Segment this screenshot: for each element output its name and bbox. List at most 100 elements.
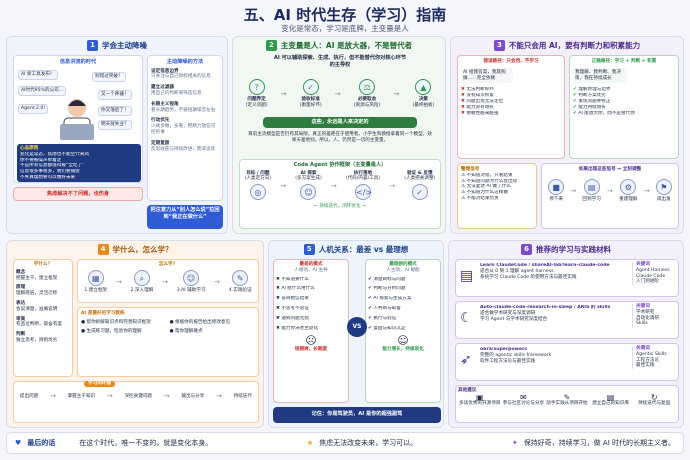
arrow-right-icon: → <box>393 90 400 98</box>
method-item: 长期主义视角 看长期趋势，不被短期噪音左右 <box>151 101 216 113</box>
resource-desc: 学习 Agent 与学术研究深度结合 <box>480 316 548 322</box>
how-step: ⌕ 2.深入理解 <box>131 269 153 294</box>
flow-step: ▲ 决策 (最终拍板) <box>412 79 434 109</box>
notification-bubble: 别错过突破！ <box>92 72 126 82</box>
sad-face-icon: ☹ <box>305 334 317 348</box>
page-subtitle: 变化是常态，学习是底牌，主变量是人 <box>281 24 409 33</box>
footer-item: ✦ 保持好奇，持续学习，做 AI 时代的长期主义者。 <box>512 438 675 448</box>
resource-card[interactable]: ☾ Auto-claude-code-research-in-sleep / A… <box>455 301 679 339</box>
loop-text: ← 持续迭代，闭环优化 → <box>314 204 366 210</box>
remember-banner: 记住：你是驾驶员，AI 是你的超强副驾 <box>273 407 441 423</box>
arrow-right-icon: → <box>280 182 287 191</box>
ai-coach-item: ● 生成练习题，检验你的理解 <box>81 328 142 334</box>
human-note: 这些，永远是人来决定的 <box>263 117 417 128</box>
robot-icon: ☺ <box>300 184 317 201</box>
resource-card[interactable]: ▤ Learn ClaudeCode / shareAI-lab/learn-c… <box>455 259 679 297</box>
resource-name: Auto-claude-code-research-in-sleep / ARI… <box>480 305 611 310</box>
section-number: 1 <box>87 39 98 51</box>
resource-name: Learn ClaudeCode / shareAI-lab/learn-cla… <box>480 263 610 268</box>
mindset-card: 心态原则 变化是常态，焦虑也不能空穴来风 你不要被噪声牵着走 不是所有信息都值得… <box>17 144 141 182</box>
cycle-step: ⚙ 重建理解 <box>619 178 638 203</box>
flow-step: ⚖ 必要取舍 (资源与风险) <box>354 79 380 109</box>
rocket-icon: ➶ <box>460 352 472 368</box>
panel-human-variable: 2 主变量是人：AI 是放大器，不是替代者 AI 可以辅助探索、生成、执行，但不能… <box>232 36 446 234</box>
method-item: 设定信息边界 只关注与自己目标相关的信息 <box>151 68 211 80</box>
resource-card[interactable]: ➶ obra/superpowers 完整的 agentic skills fr… <box>455 343 679 381</box>
learn-item: 判断 独立思考，辨别优劣 <box>16 332 58 343</box>
frame-step: AI 探索 (多方案生成) ☺ <box>295 171 322 203</box>
footer-bar: ♥ 最后的话 在这个时代，唯一不变的，就是变化本身。 ★ 焦虑无法改变未来，学习… <box>6 432 684 454</box>
resource-desc: 软件工程方法论与最佳实践 <box>480 358 536 364</box>
other-suggestions: 其他建议 ▣ 多读优秀的开源项目 ✉ 参与社区讨论与分享 ✎ 动手实践从项目开始 ▤ 建… <box>455 385 679 423</box>
alert-text: 焦虑解决不了问题，也伤身 <box>46 191 110 197</box>
arrow-right-icon: → <box>389 182 396 191</box>
wrong-title: 错误路径：只会用，不学习 <box>483 59 539 64</box>
practice-icon: ✎ <box>232 269 249 286</box>
learn-item: 原理 理解底层，灵活迁移 <box>16 285 58 297</box>
loop-step: 持续迭代 <box>233 394 253 399</box>
footer-label: 最后的话 <box>27 439 56 447</box>
loop-title: 学习闭环图 <box>84 381 115 387</box>
resource-desc: 系统学习 Claude Code 的使用方法与最佳实践 <box>480 274 577 280</box>
loop-step: 提出问题 <box>19 394 39 399</box>
loop-step: 掌握主干知识 <box>67 394 96 399</box>
how-step: ☺ 3.AI 辅助学习 <box>177 269 205 294</box>
desc-text: 目前主流模型是否仍有其局限，真正的差距在于使用者。小学生和教授拿着同一个模型，效… <box>248 132 432 143</box>
sparkle-icon: ✦ <box>511 439 518 447</box>
loop-step: 深挖关键问题 <box>124 394 153 399</box>
best-mode: 最理想的模式 人主动，AI 赋能 ✔ 清楚目标与问题 ✔ 判断与分析问题 ✔ A… <box>365 259 441 403</box>
best-item: ✔ 清楚目标与问题 <box>368 276 406 282</box>
suggestion-item: ↻ 持续迭代与复盘 <box>633 393 675 407</box>
method-item: 行动优先 少刷多做，多看，把精力放在可控的事 <box>151 118 216 135</box>
framework-icon: ▦ <box>87 269 104 286</box>
section-number: 4 <box>97 243 109 255</box>
panel-what-how: 4 学什么，怎么学？ 学什么？ 概念 把握主干，建立框架 原理 理解底层，灵活迁移 表… <box>6 240 264 428</box>
right-item: ✔ AI 能放大你，而不是替代你 <box>573 110 635 116</box>
warning-card: 警惕信号 ⚠ 不知道对错，只看结果 ⚠ 不知道问题为什么会出现 ⚠ 无法复述 A… <box>457 163 537 229</box>
worst-mode: 最差的模式 人被动，AI 主导 ✖ 不知道要什么 ✖ AI 给什么用什么 ✖ 盲… <box>273 259 349 403</box>
panel-resources: 6 推荐的学习与实践材料 ▤ Learn ClaudeCode / shareAI… <box>448 240 684 428</box>
cycle-step: ⚑ 再出发 <box>655 178 672 203</box>
wrong-path-card: 错误路径：只会用，不学习 AI 给我答案，我就照做……完全依赖 ✖ 无法判断好坏… <box>457 55 565 159</box>
focus-banner: 把注意力从“别人怎么说”拉回到“我正在做什么” <box>147 205 223 229</box>
stop-icon: ■ <box>548 178 565 195</box>
book-icon: ▤ <box>460 268 474 284</box>
learn-item: 表达 会说清楚，准确说明 <box>16 300 58 312</box>
robot-icon: ☺ <box>183 269 200 286</box>
build-icon: ⚙ <box>620 178 637 195</box>
footer-item: ★ 焦虑无法改变未来，学习可以。 <box>307 438 417 448</box>
best-item: ✔ 执行与验证 <box>368 315 397 321</box>
panel-human-machine: 5 人机关系：最差 vs 最理想 最差的模式 人被动，AI 主导 ✖ 不知道要什么… <box>268 240 444 428</box>
footer-item: ♥ 最后的话 在这个时代，唯一不变的，就是变化本身。 <box>15 438 212 448</box>
section-title: 推荐的学习与实践材料 <box>536 244 611 254</box>
loop-step: 输出与分享 <box>181 394 205 399</box>
what-to-learn: 学什么？ 概念 把握主干，建立框架 原理 理解底层，灵活迁移 表达 会说清楚，准确说明… <box>13 259 73 377</box>
book-icon: ▤ <box>583 178 600 195</box>
learn-item: 审美 有品位判断，取舍有度 <box>16 316 62 328</box>
best-item: ✔ AI 探索与生成方案 <box>368 296 412 302</box>
panel-focus: 1 学会主动降噪 信息洪流的时代 AI 新工具发布！ 别错过突破！ AI时代95%… <box>6 36 228 234</box>
frame-step: 目标 / 问题 (人类定方向) ◎ <box>245 171 271 203</box>
warning-item: ⚠ 不能对结果负责 <box>461 195 499 201</box>
vs-badge: VS <box>347 317 367 337</box>
suggestion-item: ✎ 动手实践从项目开始 <box>546 392 588 406</box>
how-step: ▦ 1.建立框架 <box>84 269 107 294</box>
section-title: 学会主动降噪 <box>102 40 147 50</box>
learning-loop: 学习闭环图 提出问题 → 掌握主干知识 → 深挖关键问题 → 输出与分享 → 持续迭代 <box>13 381 259 423</box>
cycle-step: ■ 停下来 <box>548 178 565 203</box>
section-number: 6 <box>521 243 532 255</box>
section-title: 主变量是人：AI 是放大器，不是替代者 <box>280 40 413 50</box>
cycle-step: ▤ 回到学习 <box>582 178 601 203</box>
footer-text: 焦虑无法改变未来，学习可以。 <box>319 439 418 447</box>
suggestion-item: ▣ 多读优秀的开源项目 <box>459 392 501 406</box>
method-item: 定期复盘 反思收获与持续改进，而非追焦 <box>151 140 216 152</box>
code-icon: </> <box>354 184 372 201</box>
code-agent-frame: Code Agent 协作框架（主变量是人） 目标 / 问题 (人类定方向) ◎ →… <box>239 159 441 229</box>
target-icon: ◎ <box>249 184 266 201</box>
best-foot: 能力增长，持续进化 <box>382 347 424 353</box>
best-item: ✔ 复盘与知识沉淀 <box>368 325 406 331</box>
page-title: 五、AI 时代生存（学习）指南 <box>243 6 447 24</box>
star-icon: ★ <box>306 439 314 447</box>
info-flood-title: 信息洪流的时代 <box>59 59 97 65</box>
how-to-learn: 怎么学？ ▦ 1.建立框架 → ⌕ 2.深入理解 → ☺ 3.AI 辅助学习 → ✎ 4.实践… <box>77 259 259 303</box>
